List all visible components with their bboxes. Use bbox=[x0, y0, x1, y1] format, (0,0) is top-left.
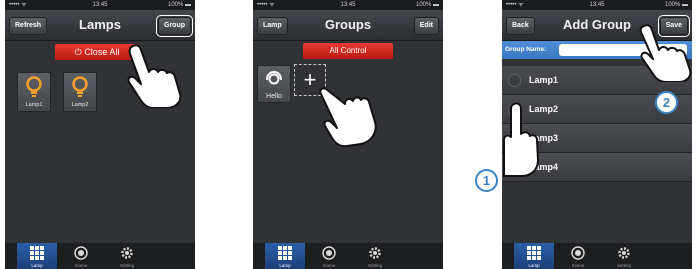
tab-label: Lamp bbox=[528, 263, 540, 268]
group-tile[interactable]: Hello bbox=[257, 65, 291, 103]
tab-label: Scene bbox=[322, 263, 336, 268]
grid-icon bbox=[30, 246, 44, 260]
grid-icon bbox=[278, 246, 292, 260]
bulb-icon bbox=[26, 76, 42, 97]
tab-label: Scene bbox=[571, 263, 585, 268]
bulb-icon bbox=[72, 76, 88, 97]
tab-label: Lamp bbox=[279, 263, 291, 268]
tab-bar: Lamp Scene Setting bbox=[5, 243, 195, 269]
tab-label: Setting bbox=[119, 263, 134, 268]
refresh-button[interactable]: Refresh bbox=[9, 17, 48, 35]
lamp-row-label: Lamp1 bbox=[529, 75, 559, 85]
groups-screen: ••••• ᯤ 13:45 100% ▬ Groups Lamp Edit Al… bbox=[253, 0, 443, 269]
tab-lamp[interactable]: Lamp bbox=[17, 243, 57, 269]
checkbox-icon[interactable] bbox=[508, 74, 521, 87]
lamps-screen: ••••• ᯤ 13:45 100% ▬ Lamps Refresh Group… bbox=[5, 0, 195, 269]
lamp-label: Lamp2 bbox=[71, 102, 89, 108]
tab-scene[interactable]: Scene bbox=[61, 243, 101, 269]
scene-icon bbox=[322, 246, 336, 260]
tab-setting[interactable]: Setting bbox=[604, 243, 644, 269]
lamp-tile[interactable]: Lamp2 bbox=[63, 72, 97, 112]
nav-bar: Groups Lamp Edit bbox=[253, 10, 443, 41]
tab-label: Setting bbox=[367, 263, 382, 268]
hand-pointer-icon bbox=[319, 87, 377, 148]
gear-icon bbox=[369, 247, 381, 259]
close-all-label: Close All bbox=[84, 47, 120, 57]
step-badge-1: 1 bbox=[475, 169, 498, 192]
tab-setting[interactable]: Setting bbox=[355, 243, 395, 269]
tab-setting[interactable]: Setting bbox=[107, 243, 147, 269]
tab-label: Lamp bbox=[31, 263, 43, 268]
tab-lamp[interactable]: Lamp bbox=[265, 243, 305, 269]
grid-icon bbox=[527, 246, 541, 260]
nav-bar: Lamps Refresh Group bbox=[5, 10, 195, 41]
hand-pointer-icon bbox=[639, 24, 692, 82]
lamp-tile[interactable]: Lamp1 bbox=[17, 72, 51, 112]
add-group-screen: ••••• ᯤ 13:45 100% ▬ Add Group Back Save… bbox=[502, 0, 692, 269]
group-label: Hello bbox=[266, 93, 282, 100]
tab-bar: Lamp Scene Setting bbox=[253, 243, 443, 269]
step-badge-2: 2 bbox=[655, 91, 678, 114]
lamp-back-button[interactable]: Lamp bbox=[257, 17, 288, 35]
scene-icon bbox=[74, 246, 88, 260]
status-bar: ••••• ᯤ 13:45 100% ▬ bbox=[253, 0, 443, 10]
group-icon bbox=[266, 71, 282, 85]
tab-lamp[interactable]: Lamp bbox=[514, 243, 554, 269]
status-bar: ••••• ᯤ 13:45 100% ▬ bbox=[502, 0, 692, 10]
lamp-label: Lamp1 bbox=[25, 102, 43, 108]
tab-label: Setting bbox=[616, 263, 631, 268]
power-icon: ⏻ bbox=[74, 47, 82, 57]
edit-button[interactable]: Edit bbox=[413, 17, 439, 35]
gear-icon bbox=[618, 247, 630, 259]
status-time: 13:45 bbox=[589, 2, 605, 8]
hand-pointer-icon bbox=[127, 44, 182, 108]
back-button[interactable]: Back bbox=[506, 17, 535, 35]
hand-pointer-icon bbox=[503, 102, 539, 177]
battery-indicator: 100% ▬ bbox=[664, 2, 688, 8]
tab-scene[interactable]: Scene bbox=[558, 243, 598, 269]
status-time: 13:45 bbox=[340, 2, 356, 8]
status-bar: ••••• ᯤ 13:45 100% ▬ bbox=[5, 0, 195, 10]
group-button[interactable]: Group bbox=[156, 15, 193, 37]
battery-indicator: 100% ▬ bbox=[415, 2, 439, 8]
tab-bar: Lamp Scene Setting bbox=[502, 243, 692, 269]
battery-indicator: 100% ▬ bbox=[167, 2, 191, 8]
tab-scene[interactable]: Scene bbox=[309, 243, 349, 269]
scene-icon bbox=[571, 246, 585, 260]
gear-icon bbox=[121, 247, 133, 259]
tab-label: Scene bbox=[74, 263, 88, 268]
status-time: 13:45 bbox=[92, 2, 108, 8]
group-name-label: Group Name: bbox=[505, 46, 547, 53]
all-control-button[interactable]: All Control bbox=[303, 43, 393, 59]
